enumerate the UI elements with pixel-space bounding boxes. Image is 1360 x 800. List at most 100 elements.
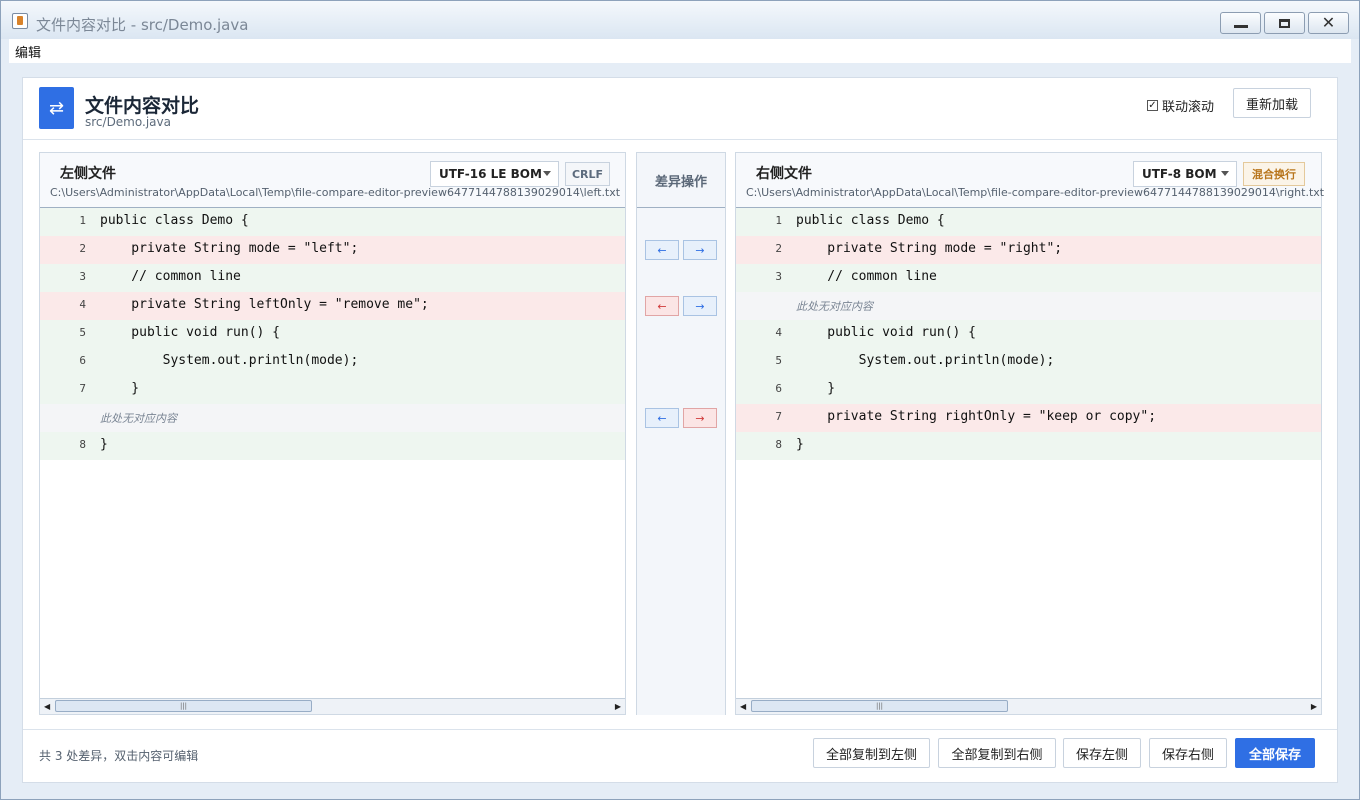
swap-arrows-icon: ⇄ — [39, 87, 74, 129]
left-editor[interactable]: 1 public class Demo { 2 private String mod… — [40, 207, 625, 699]
left-encoding-value: UTF-16 LE BOM — [439, 167, 542, 181]
scroll-right-arrow-icon[interactable]: ▶ — [615, 702, 621, 711]
left-pane-title: 左侧文件 — [60, 166, 116, 182]
reload-button[interactable]: 重新加载 — [1233, 88, 1311, 118]
code-line[interactable]: 5 public void run() { — [40, 320, 625, 348]
code-line[interactable]: 2 private String mode = "right"; — [736, 236, 1321, 264]
code-line[interactable]: 4 private String leftOnly = "remove me"; — [40, 292, 625, 320]
right-pane-title: 右侧文件 — [756, 166, 812, 182]
right-encoding-value: UTF-8 BOM — [1142, 167, 1217, 181]
code-text: System.out.println(mode); — [796, 353, 1055, 368]
window-title: 文件内容对比 - src/Demo.java — [36, 16, 249, 34]
title-bar: 文件内容对比 - src/Demo.java ✕ — [1, 1, 1359, 39]
maximize-icon — [1279, 18, 1290, 28]
code-line[interactable]: 此处无对应内容 — [736, 292, 1321, 320]
chevron-down-icon — [543, 171, 551, 176]
code-line[interactable]: 此处无对应内容 — [40, 404, 625, 432]
save-right-button[interactable]: 保存右侧 — [1149, 738, 1227, 768]
close-icon: ✕ — [1321, 13, 1336, 32]
line-number: 6 — [775, 382, 782, 395]
code-line[interactable]: 1 public class Demo { — [736, 208, 1321, 236]
line-number: 8 — [79, 438, 86, 451]
line-number: 5 — [79, 326, 86, 339]
line-number: 1 — [79, 214, 86, 227]
code-line[interactable]: 6 System.out.println(mode); — [40, 348, 625, 376]
code-text: } — [796, 381, 836, 396]
minimize-button[interactable] — [1220, 12, 1261, 34]
sync-scroll-label: 联动滚动 — [1162, 100, 1215, 115]
left-horizontal-scrollbar[interactable]: ◀ ||| ▶ — [40, 698, 625, 714]
copy-to-right-arrow-icon[interactable]: → — [683, 240, 717, 260]
code-text: } — [796, 437, 804, 452]
code-text: private String mode = "left"; — [100, 241, 359, 256]
code-text: public void run() { — [100, 325, 281, 340]
code-line[interactable]: 1 public class Demo { — [40, 208, 625, 236]
right-file-pane: 右侧文件 C:\Users\Administrator\AppData\Loca… — [735, 152, 1324, 715]
code-line[interactable]: 2 private String mode = "left"; — [40, 236, 625, 264]
scroll-left-arrow-icon[interactable]: ◀ — [44, 702, 50, 711]
sync-scroll-checkbox[interactable]: ✓ 联动滚动 — [1147, 96, 1214, 115]
right-encoding-select[interactable]: UTF-8 BOM — [1133, 161, 1237, 187]
code-text: private String rightOnly = "keep or copy… — [796, 409, 1157, 424]
code-text: System.out.println(mode); — [100, 353, 359, 368]
diff-actions-title: 差异操作 — [654, 175, 707, 190]
scrollbar-thumb[interactable]: ||| — [55, 700, 312, 712]
copy-all-to-left-button[interactable]: 全部复制到左侧 — [813, 738, 930, 768]
code-text: private String mode = "right"; — [796, 241, 1063, 256]
maximize-button[interactable] — [1264, 12, 1305, 34]
code-line[interactable]: 5 System.out.println(mode); — [736, 348, 1321, 376]
line-number: 1 — [775, 214, 782, 227]
left-encoding-select[interactable]: UTF-16 LE BOM — [430, 161, 559, 187]
save-left-button[interactable]: 保存左侧 — [1063, 738, 1141, 768]
scroll-left-arrow-icon[interactable]: ◀ — [740, 702, 746, 711]
left-file-pane: 左侧文件 C:\Users\Administrator\AppData\Loca… — [39, 152, 626, 715]
line-number: 4 — [775, 326, 782, 339]
code-text: public void run() { — [796, 325, 977, 340]
page-title: 文件内容对比 — [85, 95, 200, 117]
menu-edit[interactable]: 编辑 — [15, 42, 41, 61]
copy-to-left-arrow-icon[interactable]: ← — [645, 296, 679, 316]
right-horizontal-scrollbar[interactable]: ◀ ||| ▶ — [736, 698, 1321, 714]
code-text: // common line — [100, 269, 241, 284]
copy-to-right-arrow-icon[interactable]: → — [683, 296, 717, 316]
code-text: public class Demo { — [100, 213, 249, 228]
menu-bar: 编辑 — [9, 39, 1351, 63]
line-number: 5 — [775, 354, 782, 367]
no-match-placeholder: 此处无对应内容 — [796, 300, 873, 313]
line-number: 8 — [775, 438, 782, 451]
code-line[interactable]: 3 // common line — [40, 264, 625, 292]
line-number: 7 — [79, 382, 86, 395]
code-line[interactable]: 8} — [40, 432, 625, 460]
line-number: 3 — [79, 270, 86, 283]
java-app-icon — [12, 13, 28, 29]
save-all-button[interactable]: 全部保存 — [1235, 738, 1315, 768]
chevron-down-icon — [1221, 171, 1229, 176]
code-line[interactable]: 7 } — [40, 376, 625, 404]
scrollbar-thumb[interactable]: ||| — [751, 700, 1008, 712]
footer-divider — [23, 729, 1337, 730]
app-window: 文件内容对比 - src/Demo.java ✕ 编辑 ⇄ 文件内容对比 src… — [0, 0, 1360, 800]
scroll-right-arrow-icon[interactable]: ▶ — [1311, 702, 1317, 711]
copy-to-left-arrow-icon[interactable]: ← — [645, 240, 679, 260]
left-file-path: C:\Users\Administrator\AppData\Local\Tem… — [50, 186, 621, 199]
line-number: 3 — [775, 270, 782, 283]
left-line-ending-badge: CRLF — [565, 162, 610, 186]
code-line[interactable]: 7 private String rightOnly = "keep or co… — [736, 404, 1321, 432]
checkbox-checked-icon[interactable]: ✓ — [1147, 100, 1158, 111]
code-line[interactable]: 4 public void run() { — [736, 320, 1321, 348]
right-line-ending-badge: 混合换行 — [1243, 162, 1305, 186]
close-button[interactable]: ✕ — [1308, 12, 1349, 34]
no-match-placeholder: 此处无对应内容 — [100, 412, 177, 425]
copy-all-to-right-button[interactable]: 全部复制到右侧 — [938, 738, 1056, 768]
line-number: 4 — [79, 298, 86, 311]
minimize-icon — [1233, 24, 1248, 28]
code-line[interactable]: 8} — [736, 432, 1321, 460]
code-line[interactable]: 3 // common line — [736, 264, 1321, 292]
right-editor[interactable]: 1 public class Demo {2 private String mod… — [736, 207, 1321, 699]
line-number: 2 — [775, 242, 782, 255]
diff-status-text: 共 3 处差异，双击内容可编辑 — [39, 749, 199, 763]
copy-to-left-arrow-icon[interactable]: ← — [645, 408, 679, 428]
copy-to-right-arrow-icon[interactable]: → — [683, 408, 717, 428]
code-line[interactable]: 6 } — [736, 376, 1321, 404]
line-number: 6 — [79, 354, 86, 367]
